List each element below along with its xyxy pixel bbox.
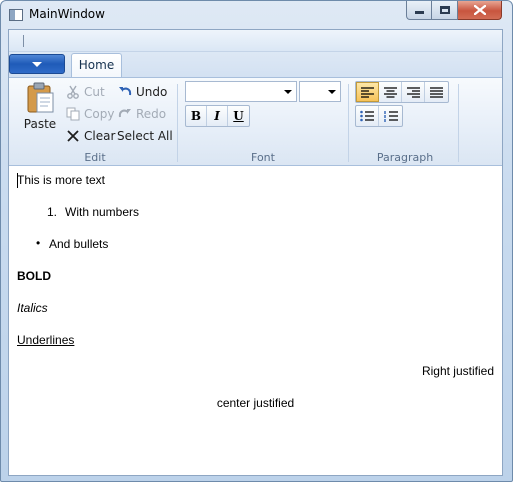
bullet-list-item: And bullets (49, 237, 109, 251)
chevron-down-icon (328, 90, 336, 94)
numbered-list-marker: 1. (47, 205, 58, 219)
align-right-button[interactable] (402, 82, 425, 102)
bullet-list-icon (360, 110, 374, 122)
select-all-button[interactable]: Select All (117, 126, 173, 146)
align-center-icon (383, 86, 397, 98)
edit-group-label: Edit (84, 151, 106, 164)
group-separator (348, 84, 349, 162)
quick-access-toolbar (9, 30, 502, 52)
center-justified-text: center justified (216, 396, 295, 410)
undo-icon (117, 84, 133, 100)
document-line-text: This is more text (17, 173, 106, 187)
align-right-icon (406, 86, 420, 98)
copy-label: Copy (84, 107, 115, 121)
caption-buttons (406, 1, 502, 20)
font-family-combo[interactable] (185, 81, 297, 102)
numbered-list-item: With numbers (65, 205, 140, 219)
bullet-list-button[interactable] (356, 106, 379, 126)
align-justify-icon (430, 86, 443, 98)
window-title: MainWindow (29, 7, 105, 21)
align-justify-button[interactable] (425, 82, 448, 102)
alignment-buttons (355, 81, 449, 103)
clear-label: Clear (84, 129, 116, 143)
align-left-icon (361, 86, 374, 98)
main-window: MainWindow Home Paste Cut Copy Clear Und… (0, 0, 513, 482)
application-menu-button[interactable] (9, 54, 65, 74)
align-left-button[interactable] (356, 82, 379, 102)
bold-button[interactable]: B (186, 106, 207, 126)
redo-label: Redo (136, 107, 167, 121)
copy-button[interactable]: Copy (65, 104, 114, 124)
right-justified-text: Right justified (421, 364, 494, 378)
tab-home[interactable]: Home (71, 53, 122, 78)
font-group-label: Font (251, 151, 275, 164)
text-format-buttons: B I U (185, 105, 250, 127)
paste-button[interactable]: Paste (19, 82, 61, 140)
chevron-down-icon (284, 90, 292, 94)
list-buttons (355, 105, 403, 127)
bold-text: BOLD (17, 269, 51, 283)
undo-button[interactable]: Undo (117, 82, 167, 102)
paste-label: Paste (23, 117, 57, 131)
window-client-area: Home Paste Cut Copy Clear Undo Redo Sele… (8, 29, 503, 476)
clear-button[interactable]: Clear (65, 126, 115, 146)
rich-text-editor[interactable]: This is more text 1. With numbers • And … (9, 167, 502, 475)
ribbon-home-panel: Paste Cut Copy Clear Undo Redo Select Al… (9, 77, 502, 166)
cut-button[interactable]: Cut (65, 82, 105, 102)
copy-icon (65, 106, 81, 122)
maximize-icon (439, 6, 450, 14)
redo-icon (117, 106, 133, 122)
select-all-label: Select All (117, 129, 173, 143)
minimize-icon (414, 11, 424, 14)
bullet-marker: • (36, 236, 41, 250)
window-icon[interactable] (9, 9, 23, 21)
scissors-icon (65, 84, 81, 100)
quick-access-separator (23, 35, 24, 47)
clipboard-icon (27, 82, 54, 113)
maximize-button[interactable] (432, 1, 458, 20)
undo-label: Undo (136, 85, 168, 99)
italic-button[interactable]: I (207, 106, 228, 126)
cut-label: Cut (84, 85, 105, 99)
x-icon (65, 128, 81, 144)
ribbon-tab-strip: Home (9, 52, 502, 78)
group-separator (177, 84, 178, 162)
align-center-button[interactable] (379, 82, 402, 102)
font-size-combo[interactable] (299, 81, 341, 102)
close-icon (473, 5, 486, 15)
close-button[interactable] (458, 1, 502, 20)
underline-button[interactable]: U (228, 106, 249, 126)
redo-button[interactable]: Redo (117, 104, 166, 124)
underlined-text: Underlines (17, 333, 75, 347)
numbered-list-button[interactable] (379, 106, 402, 126)
minimize-button[interactable] (406, 1, 432, 20)
group-separator (458, 84, 459, 162)
dropdown-arrow-icon (32, 61, 42, 67)
italic-text: Italics (17, 301, 48, 315)
title-bar[interactable]: MainWindow (1, 1, 512, 29)
paragraph-group-label: Paragraph (376, 151, 434, 164)
numbered-list-icon (383, 111, 398, 122)
